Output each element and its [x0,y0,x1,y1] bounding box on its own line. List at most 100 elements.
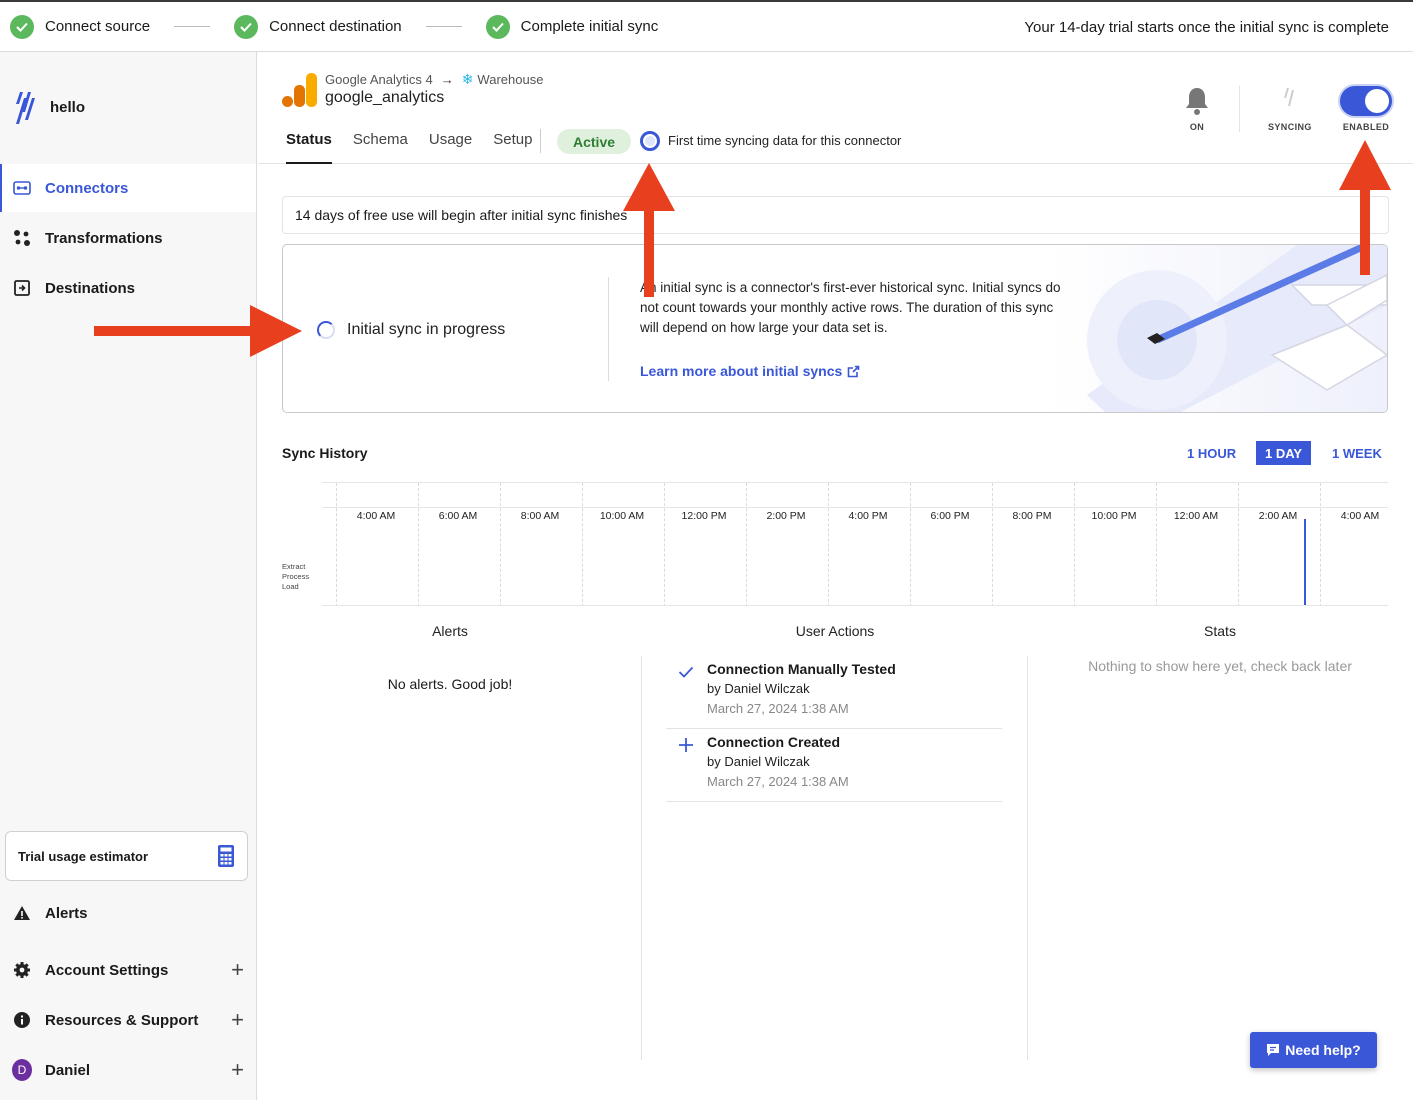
sidebar-item-resources-support[interactable]: Resources & Support + [0,995,256,1045]
check-icon [678,664,694,680]
timeline-gridline [910,483,911,605]
breadcrumb: Google Analytics 4 → ❄ Warehouse [325,71,543,88]
tab-divider [540,129,541,153]
column-separator [641,656,642,1060]
transformations-icon [12,228,32,248]
tab-setup[interactable]: Setup [493,131,532,164]
timeline-tick-label: 8:00 AM [520,510,560,522]
plus-icon [678,737,694,753]
check-circle-icon [485,14,510,39]
calculator-icon [218,845,234,867]
timeline-gridline [336,483,337,605]
action-title: Connection Created [707,734,841,750]
sidebar-item-label: Resources & Support [45,1011,199,1029]
check-circle-icon [10,14,34,39]
learn-more-link[interactable]: Learn more about initial syncs [640,363,860,379]
main-nav: Connectors Transformations Destinations [0,164,256,314]
range-1-hour-button[interactable]: 1 HOUR [1178,441,1245,465]
row-label-load: Load [282,582,299,591]
timeline-tick-label: 6:00 PM [930,510,970,522]
google-analytics-logo-icon [282,73,317,107]
trial-usage-estimator-label: Trial usage estimator [18,848,149,864]
connectors-icon [12,178,32,198]
loading-spinner-icon [317,321,335,339]
sidebar-item-destinations[interactable]: Destinations [0,264,256,312]
enabled-toggle[interactable] [1340,86,1392,116]
timeline-tick-label: 4:00 PM [848,510,888,522]
workspace-name: hello [50,98,86,116]
notifications-control[interactable]: ON [1184,86,1210,132]
fivetran-logo-icon [16,92,35,124]
timeline-tick-label: 10:00 AM [599,510,645,522]
alerts-title: Alerts [432,623,468,639]
timeline-tick-label: 4:00 AM [1340,510,1380,522]
sidebar-item-user[interactable]: D Daniel + [0,1045,256,1095]
sync-illustration [1047,245,1387,412]
breadcrumb-source[interactable]: Google Analytics 4 [325,72,433,87]
timeline-tick-label: 4:00 AM [356,510,396,522]
tab-schema[interactable]: Schema [353,131,408,164]
sidebar-item-alerts[interactable]: Alerts [0,888,256,938]
onboarding-progress-bar: Connect source Connect destination Compl… [0,0,1413,52]
trial-usage-estimator-button[interactable]: Trial usage estimator [5,831,248,881]
warning-icon [12,903,32,923]
sync-history-title: Sync History [282,445,368,461]
step-connect-source: Connect source [10,14,151,39]
connector-header: Google Analytics 4 → ❄ Warehouse google_… [258,52,1413,164]
stats-empty-message: Nothing to show here yet, check back lat… [1088,658,1352,674]
enabled-control[interactable]: ENABLED [1340,86,1392,132]
sidebar-item-connectors[interactable]: Connectors [0,164,256,212]
gear-icon [12,960,32,980]
step-separator [174,26,211,27]
sidebar-item-account-settings[interactable]: Account Settings + [0,945,256,995]
brand[interactable]: hello [14,90,85,124]
timeline-gridline [828,483,829,605]
syncing-spinner-icon [640,131,660,151]
user-actions-title: User Actions [795,623,875,639]
sync-status-message: First time syncing data for this connect… [668,133,902,148]
step-connect-destination: Connect destination [234,14,402,39]
timeline-tick-label: 12:00 PM [681,510,727,522]
initial-sync-description: An initial sync is a connector's first-e… [640,280,1061,335]
info-icon [12,1010,32,1030]
tab-usage[interactable]: Usage [429,131,472,164]
learn-more-link-text: Learn more about initial syncs [640,363,843,379]
step-complete-initial-sync: Complete initial sync [485,14,658,39]
timeline-gridline [1156,483,1157,605]
trial-note: Your 14-day trial starts once the initia… [1024,19,1389,36]
need-help-button[interactable]: Need help? [1250,1032,1377,1068]
expand-plus-icon[interactable]: + [231,1007,244,1033]
syncing-label: SYNCING [1268,122,1312,132]
row-label-process: Process [282,572,310,581]
syncing-indicator: SYNCING [1268,86,1312,132]
bottom-nav: Alerts Account Settings + Resources & Su… [0,888,256,1095]
card-divider [608,277,609,381]
sync-history-timeline: Extract Process Load 2:00 AM 4:00 AM 6:00 … [282,482,1388,606]
timeline-grid: 2:00 AM 4:00 AM 6:00 AM 8:00 AM 10:00 AM 12:0… [322,482,1388,606]
stats-title: Stats [1204,623,1236,639]
timeline-gridline [582,483,583,605]
sidebar-item-transformations[interactable]: Transformations [0,214,256,262]
expand-plus-icon[interactable]: + [231,1057,244,1083]
sidebar-item-label: Destinations [45,279,136,297]
range-1-day-button[interactable]: 1 DAY [1256,441,1312,465]
destinations-icon [12,278,32,298]
timeline-current-time-marker [1304,519,1306,605]
tab-status[interactable]: Status [286,131,332,164]
timeline-tick-label: 2:00 AM [1258,510,1298,522]
timeline-gridline [500,483,501,605]
timeline-gridline [1074,483,1075,605]
bell-icon [1186,88,1208,115]
external-link-icon [847,365,860,377]
need-help-label: Need help? [1285,1042,1361,1058]
step-label: Connect source [45,18,151,35]
sidebar: hello Connectors Transformations Destina… [0,52,257,1100]
breadcrumb-destination[interactable]: Warehouse [477,72,543,87]
arrow-right-icon: → [440,72,454,87]
timeline-row-labels: Extract Process Load [282,562,309,592]
timeline-tick-label: 8:00 PM [1012,510,1052,522]
sidebar-item-label: Transformations [45,229,163,247]
initial-sync-status-text: Initial sync in progress [347,321,506,338]
range-1-week-button[interactable]: 1 WEEK [1323,441,1391,465]
expand-plus-icon[interactable]: + [231,957,244,983]
